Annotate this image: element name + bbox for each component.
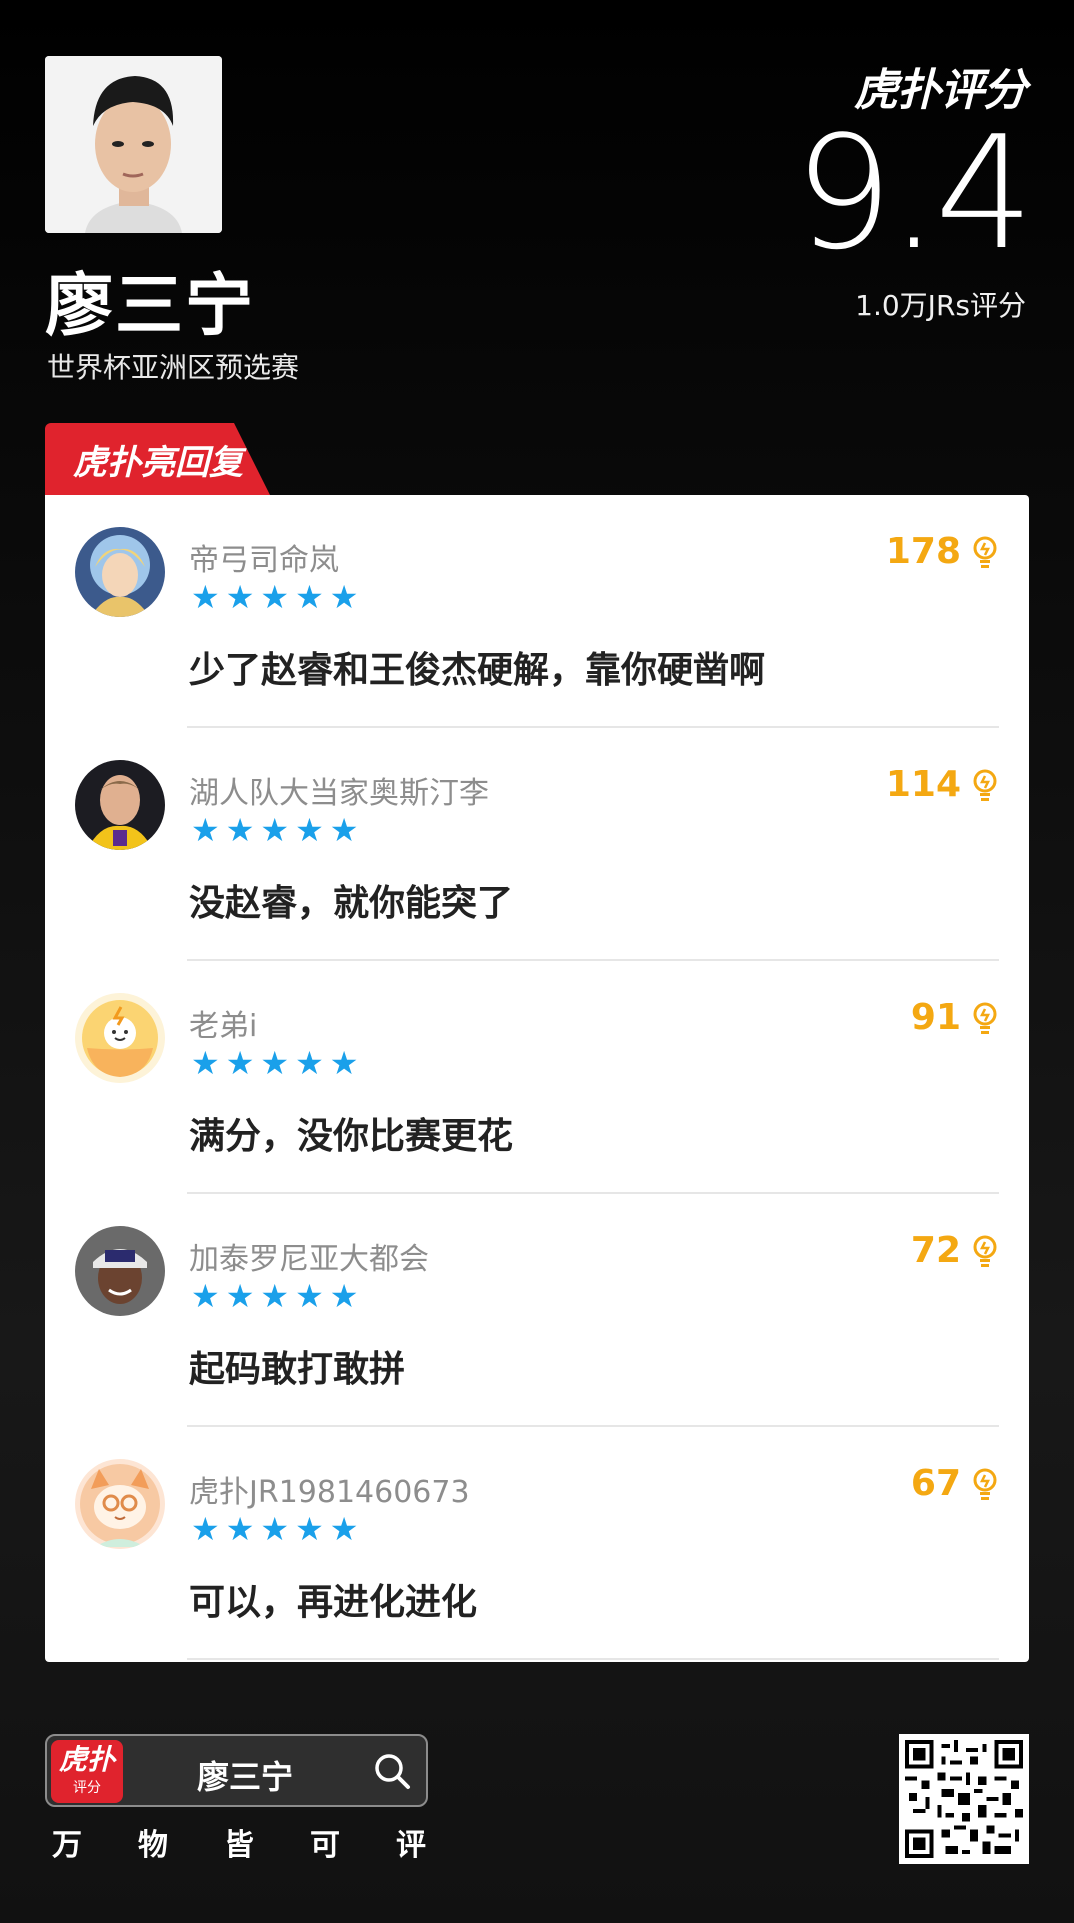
search-bar[interactable]: 虎扑 评分 廖三宁: [45, 1734, 428, 1807]
star-icon: ★: [295, 578, 324, 616]
like-button[interactable]: 91: [911, 997, 999, 1038]
app-logo-subtext: 评分: [73, 1780, 101, 1796]
like-button[interactable]: 178: [886, 531, 999, 572]
comment-item[interactable]: 老弟i ★ ★ ★ ★ ★ 满分，没你比赛更花 91: [45, 961, 1029, 1194]
lightbulb-icon: [973, 1002, 997, 1034]
like-count: 91: [910, 997, 961, 1038]
comment-text: 可以，再进化进化: [189, 1582, 478, 1623]
username[interactable]: 虎扑JR1981460673: [189, 1467, 470, 1511]
star-icon: ★: [225, 811, 255, 849]
username[interactable]: 老弟i: [189, 1001, 257, 1045]
star-icon: ★: [329, 578, 359, 616]
star-rating: ★ ★ ★ ★ ★: [191, 1513, 358, 1545]
star-icon: ★: [260, 1044, 290, 1082]
like-count: 67: [910, 1463, 961, 1504]
star-icon: ★: [191, 811, 220, 849]
user-avatar[interactable]: [75, 527, 165, 617]
like-count: 72: [910, 1230, 961, 1271]
player-photo: [45, 56, 222, 233]
user-avatar[interactable]: [75, 760, 165, 850]
player-name: 廖三宁: [45, 267, 256, 346]
star-icon: ★: [260, 1277, 290, 1315]
like-count: 178: [885, 531, 961, 572]
comment-text: 没赵睿，就你能突了: [189, 883, 514, 924]
star-rating: ★ ★ ★ ★ ★: [191, 581, 358, 613]
star-icon: ★: [329, 811, 359, 849]
app-logo-text: 虎扑: [58, 1743, 115, 1776]
lightbulb-icon: [973, 536, 997, 568]
comment-item[interactable]: 湖人队大当家奥斯汀李 ★ ★ ★ ★ ★ 没赵睿，就你能突了 114: [45, 728, 1029, 961]
like-button[interactable]: 72: [911, 1230, 999, 1271]
star-icon: ★: [329, 1510, 359, 1548]
comment-item[interactable]: 加泰罗尼亚大都会 ★ ★ ★ ★ ★ 起码敢打敢拼 72: [45, 1194, 1029, 1427]
slogan-char: 评: [396, 1828, 426, 1863]
star-icon: ★: [225, 578, 255, 616]
star-icon: ★: [225, 1510, 255, 1548]
star-icon: ★: [295, 1277, 324, 1315]
star-icon: ★: [295, 1510, 324, 1548]
star-icon: ★: [260, 811, 290, 849]
comment-text: 起码敢打敢拼: [189, 1349, 406, 1390]
divider: [187, 1658, 999, 1660]
slogan-char: 物: [138, 1828, 168, 1863]
star-icon: ★: [329, 1277, 359, 1315]
star-rating: ★ ★ ★ ★ ★: [191, 814, 358, 846]
star-icon: ★: [225, 1277, 255, 1315]
username[interactable]: 帝弓司命岚: [189, 535, 339, 579]
slogan-char: 可: [310, 1828, 340, 1863]
qr-code: [899, 1734, 1029, 1864]
event-name: 世界杯亚洲区预选赛: [47, 351, 300, 384]
username[interactable]: 湖人队大当家奥斯汀李: [189, 768, 489, 812]
user-avatar[interactable]: [75, 1226, 165, 1316]
star-icon: ★: [191, 1044, 220, 1082]
user-avatar[interactable]: [75, 1459, 165, 1549]
rating-score: 9.4: [793, 102, 1034, 284]
slogan-char: 皆: [224, 1828, 254, 1863]
section-tag-label: 虎扑亮回复: [73, 442, 243, 483]
star-icon: ★: [225, 1044, 255, 1082]
slogan-char: 万: [52, 1828, 82, 1863]
star-icon: ★: [260, 1510, 290, 1548]
like-button[interactable]: 67: [911, 1463, 999, 1504]
lightbulb-icon: [973, 769, 997, 801]
star-icon: ★: [295, 1044, 324, 1082]
star-rating: ★ ★ ★ ★ ★: [191, 1280, 358, 1312]
user-avatar[interactable]: [75, 993, 165, 1083]
star-icon: ★: [329, 1044, 359, 1082]
app-logo: 虎扑 评分: [51, 1740, 123, 1803]
star-icon: ★: [295, 811, 324, 849]
lightbulb-icon: [973, 1468, 997, 1500]
search-icon[interactable]: [372, 1751, 412, 1791]
like-count: 114: [885, 764, 961, 805]
comment-text: 少了赵睿和王俊杰硬解，靠你硬凿啊: [189, 650, 766, 691]
star-icon: ★: [191, 1277, 220, 1315]
star-rating: ★ ★ ★ ★ ★: [191, 1047, 358, 1079]
star-icon: ★: [191, 578, 220, 616]
slogan: 万 物 皆 可 评: [52, 1820, 426, 1864]
comments-card: 帝弓司命岚 ★ ★ ★ ★ ★ 少了赵睿和王俊杰硬解，靠你硬凿啊 178 湖人队…: [45, 495, 1029, 1662]
lightbulb-icon: [973, 1235, 997, 1267]
comment-item[interactable]: 帝弓司命岚 ★ ★ ★ ★ ★ 少了赵睿和王俊杰硬解，靠你硬凿啊 178: [45, 495, 1029, 728]
comment-text: 满分，没你比赛更花: [189, 1116, 514, 1157]
rating-count: 1.0万JRs评分: [855, 289, 1026, 322]
username[interactable]: 加泰罗尼亚大都会: [189, 1234, 429, 1278]
star-icon: ★: [260, 578, 290, 616]
comment-item[interactable]: 虎扑JR1981460673 ★ ★ ★ ★ ★ 可以，再进化进化 67: [45, 1427, 1029, 1660]
search-query[interactable]: 廖三宁: [197, 1752, 293, 1798]
like-button[interactable]: 114: [886, 764, 999, 805]
star-icon: ★: [191, 1510, 220, 1548]
section-tag: 虎扑亮回复: [45, 423, 270, 495]
